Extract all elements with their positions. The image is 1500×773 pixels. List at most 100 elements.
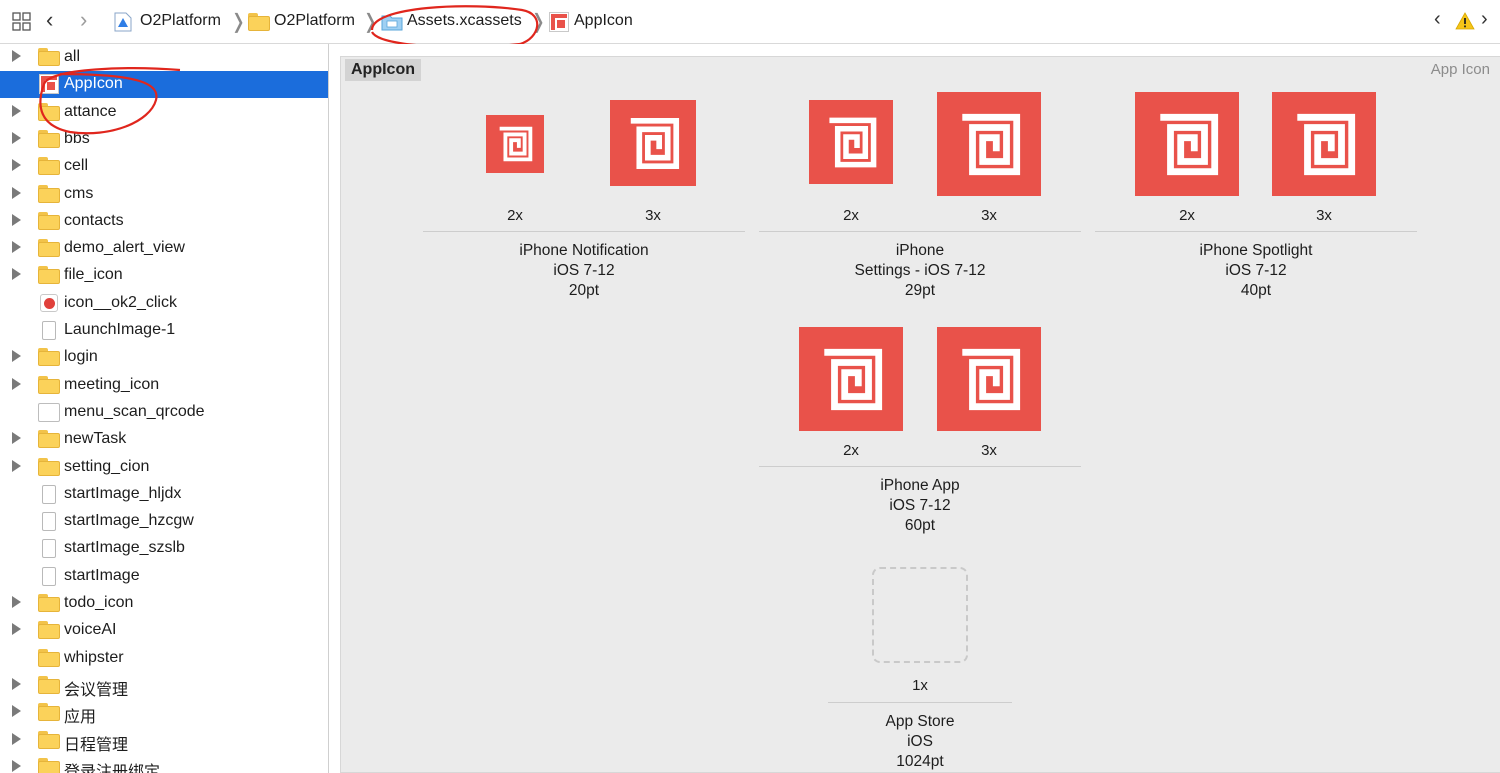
- disclosure-triangle-icon[interactable]: [12, 186, 21, 199]
- folder-icon: [38, 375, 60, 395]
- app-icon-slot[interactable]: [809, 100, 893, 184]
- folder-icon: [38, 703, 60, 722]
- icon-group-label-line: iPhone: [895, 242, 945, 259]
- scale-label: 3x: [1316, 207, 1332, 224]
- back-chevron-icon[interactable]: ‹: [46, 7, 53, 33]
- sidebar-item[interactable]: LaunchImage-1: [0, 317, 328, 344]
- xcode-project-icon: [114, 12, 132, 32]
- sidebar-item[interactable]: todo_icon: [0, 590, 328, 617]
- next-issue-chevron-icon[interactable]: ›: [1481, 8, 1488, 31]
- empty-icon-slot[interactable]: [872, 567, 968, 663]
- app-icon-slot[interactable]: [799, 327, 903, 431]
- disclosure-triangle-icon[interactable]: [12, 623, 21, 636]
- icon-group-label-line: iPhone Spotlight: [1199, 242, 1313, 259]
- warning-icon[interactable]: [1455, 12, 1475, 30]
- disclosure-triangle-icon[interactable]: [12, 459, 21, 472]
- sidebar-item[interactable]: 登录注册绑定: [0, 754, 328, 773]
- breadcrumb-separator: ❭: [530, 11, 547, 33]
- sidebar-item[interactable]: AppIcon: [0, 71, 328, 99]
- breadcrumb-project[interactable]: O2Platform: [140, 12, 221, 30]
- disclosure-triangle-icon[interactable]: [12, 350, 21, 363]
- icon-group-label: iPhone App iOS 7-12 60pt: [770, 476, 1070, 536]
- forward-chevron-icon[interactable]: ›: [80, 7, 87, 33]
- sidebar-item[interactable]: cms: [0, 181, 328, 208]
- sidebar-item-label: AppIcon: [64, 75, 123, 93]
- breadcrumb-app-icon[interactable]: AppIcon: [574, 12, 633, 30]
- breadcrumb-group[interactable]: O2Platform: [274, 12, 355, 30]
- sidebar-item[interactable]: file_icon: [0, 262, 328, 289]
- disclosure-triangle-icon[interactable]: [12, 732, 21, 745]
- disclosure-triangle-icon[interactable]: [12, 268, 21, 281]
- icon-group-label-line: 40pt: [1240, 282, 1272, 299]
- folder-icon: [38, 266, 60, 285]
- sidebar-item-label: startImage_szslb: [64, 539, 185, 557]
- sidebar-item[interactable]: 日程管理: [0, 727, 328, 754]
- asset-editor: AppIcon App Icon 2x 3x iPhone Notificatio…: [330, 44, 1500, 773]
- group-divider: [828, 702, 1012, 703]
- sidebar-item-label: 应用: [64, 709, 97, 727]
- sidebar-item[interactable]: meeting_icon: [0, 372, 328, 399]
- previous-issue-chevron-icon[interactable]: ‹: [1434, 8, 1441, 31]
- icon-set-name[interactable]: AppIcon: [345, 59, 421, 81]
- sidebar-item[interactable]: startImage: [0, 563, 328, 590]
- sidebar-item[interactable]: setting_cion: [0, 454, 328, 481]
- folder-icon: [38, 102, 60, 122]
- sidebar-item[interactable]: cell: [0, 153, 328, 180]
- folder-icon: [38, 129, 60, 149]
- disclosure-triangle-icon[interactable]: [12, 759, 21, 772]
- disclosure-triangle-icon[interactable]: [12, 377, 21, 390]
- sidebar-item[interactable]: 会议管理: [0, 672, 328, 699]
- sidebar-item-label: 日程管理: [64, 736, 129, 754]
- sidebar-item[interactable]: startImage_hljdx: [0, 481, 328, 508]
- sidebar-item-label: startImage_hljdx: [64, 484, 182, 502]
- sidebar-item[interactable]: startImage_szslb: [0, 535, 328, 562]
- sidebar-item[interactable]: attance: [0, 99, 328, 126]
- disclosure-triangle-icon[interactable]: [12, 432, 21, 445]
- app-icon-slot[interactable]: [937, 92, 1041, 196]
- app-icon-slot[interactable]: [1272, 92, 1376, 196]
- navigation-bar: ‹ › O2Platform ❭ O2Platform ❭ Assets.xca…: [0, 0, 1500, 44]
- disclosure-triangle-icon[interactable]: [12, 50, 21, 62]
- sidebar-item[interactable]: icon__ok2_click: [0, 290, 328, 317]
- disclosure-triangle-icon[interactable]: [12, 131, 21, 144]
- folder-icon: [38, 648, 60, 668]
- icon-group-label-line: iPhone Notification: [519, 242, 649, 259]
- sidebar-item[interactable]: whipster: [0, 645, 328, 672]
- folder-icon: [38, 675, 60, 695]
- disclosure-triangle-icon[interactable]: [12, 241, 21, 254]
- app-icon-set-icon: [548, 12, 569, 32]
- scale-label: 2x: [843, 207, 859, 224]
- icon-group-label: iPhone Notification iOS 7-12 20pt: [434, 241, 734, 301]
- app-icon-slot[interactable]: [1135, 92, 1239, 196]
- disclosure-triangle-icon[interactable]: [12, 104, 21, 117]
- sidebar-item[interactable]: login: [0, 344, 328, 371]
- sidebar-item[interactable]: startImage_hzcgw: [0, 508, 328, 535]
- sidebar-item-label: icon__ok2_click: [64, 293, 177, 311]
- disclosure-triangle-icon[interactable]: [12, 213, 21, 226]
- disclosure-triangle-icon[interactable]: [12, 705, 21, 718]
- sidebar-item[interactable]: bbs: [0, 126, 328, 153]
- scale-label: 3x: [981, 442, 997, 459]
- disclosure-triangle-icon[interactable]: [12, 596, 21, 608]
- sidebar-item-label: cms: [64, 184, 94, 202]
- disclosure-triangle-icon[interactable]: [12, 159, 21, 172]
- breadcrumb-asset-catalog[interactable]: Assets.xcassets: [407, 12, 522, 30]
- sidebar-item[interactable]: demo_alert_view: [0, 235, 328, 262]
- app-icon-slot[interactable]: [610, 100, 696, 186]
- app-icon-slot[interactable]: [486, 115, 544, 173]
- launch-image-icon: [38, 321, 60, 340]
- sidebar-item[interactable]: menu_scan_qrcode: [0, 399, 328, 426]
- folder-icon: [38, 621, 60, 640]
- sidebar-item[interactable]: contacts: [0, 208, 328, 235]
- icon-group-label-line: iOS 7-12: [889, 497, 951, 514]
- related-items-grid-icon[interactable]: [12, 12, 32, 32]
- app-icon-slot[interactable]: [937, 327, 1041, 431]
- sidebar-item-label: bbs: [64, 129, 90, 147]
- disclosure-triangle-icon[interactable]: [12, 677, 21, 690]
- sidebar-item[interactable]: all: [0, 44, 328, 71]
- folder-icon: [38, 594, 60, 613]
- sidebar-item[interactable]: newTask: [0, 426, 328, 453]
- sidebar-item[interactable]: 应用: [0, 699, 328, 726]
- sidebar-item[interactable]: voiceAI: [0, 617, 328, 644]
- scale-label: 3x: [981, 207, 997, 224]
